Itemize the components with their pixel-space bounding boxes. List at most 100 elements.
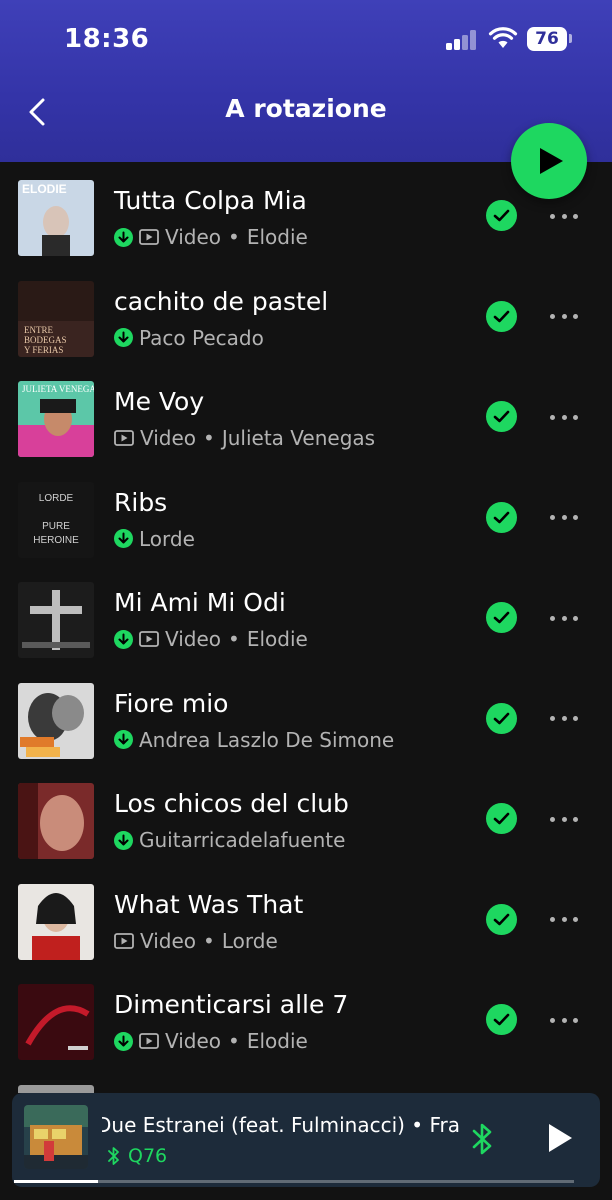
more-options-icon[interactable] xyxy=(550,508,578,528)
downloaded-icon xyxy=(114,830,133,850)
added-check-icon[interactable] xyxy=(486,1004,517,1035)
track-cover[interactable]: LORDE PURE HEROINE xyxy=(18,481,94,558)
meta-separator: • xyxy=(203,426,215,450)
track-artist: Lorde xyxy=(139,526,195,551)
track-row[interactable]: Fiore mio Andrea Laszlo De Simone xyxy=(0,682,612,783)
track-artist: Andrea Laszlo De Simone xyxy=(139,727,395,752)
added-check-icon[interactable] xyxy=(486,501,517,533)
playback-progress-fill xyxy=(14,1180,98,1183)
mini-player-play-icon[interactable] xyxy=(546,1122,574,1154)
track-meta: Guitarricadelafuente xyxy=(114,828,345,852)
mini-player-device-name: Q76 xyxy=(128,1145,168,1167)
track-row[interactable]: ELODIE Tutta Colpa Mia Video • Elodie xyxy=(0,180,612,280)
page-title: A rotazione xyxy=(225,94,387,123)
downloaded-icon xyxy=(114,629,133,649)
status-bar: 18:36 76 xyxy=(0,0,612,80)
svg-text:LORDE: LORDE xyxy=(39,493,74,504)
mini-player-device[interactable]: Q76 xyxy=(108,1143,167,1169)
more-options-icon[interactable] xyxy=(550,1010,578,1030)
status-time: 18:36 xyxy=(64,24,150,54)
playback-progress-bar xyxy=(14,1180,574,1183)
battery-tip xyxy=(569,34,572,43)
battery-indicator: 76 xyxy=(527,27,567,51)
track-video-label: Video xyxy=(140,928,197,953)
video-icon xyxy=(114,430,134,446)
added-check-icon[interactable] xyxy=(486,200,517,231)
added-check-icon[interactable] xyxy=(486,401,517,432)
track-title: What Was That xyxy=(114,889,304,919)
meta-separator: • xyxy=(228,225,240,249)
play-button[interactable] xyxy=(511,123,587,199)
track-title: cachito de pastel xyxy=(114,286,329,316)
play-icon xyxy=(540,148,563,174)
cellular-signal-icon xyxy=(446,30,478,50)
track-title: Los chicos del club xyxy=(114,789,349,818)
track-row[interactable]: What Was That Video • Lorde xyxy=(0,883,612,984)
track-artist: Elodie xyxy=(246,627,308,651)
added-check-icon[interactable] xyxy=(486,300,517,332)
track-artist: Lorde xyxy=(221,928,278,953)
added-check-icon[interactable] xyxy=(486,602,517,633)
mini-player[interactable]: Due Estranei (feat. Fulminacci) • Fra Q7… xyxy=(12,1093,600,1187)
more-options-icon[interactable] xyxy=(550,608,578,628)
bluetooth-icon[interactable] xyxy=(470,1121,496,1157)
more-options-icon[interactable] xyxy=(550,809,578,829)
bluetooth-small-icon xyxy=(108,1147,119,1165)
added-check-icon[interactable] xyxy=(486,803,517,834)
track-title: Mi Ami Mi Odi xyxy=(114,588,286,617)
track-artist: Julieta Venegas xyxy=(221,426,376,450)
track-artist: Paco Pecado xyxy=(139,325,264,350)
track-title: Me Voy xyxy=(114,387,205,416)
track-cover[interactable] xyxy=(18,984,94,1060)
mini-player-title-wrap: Due Estranei (feat. Fulminacci) • Fra xyxy=(102,1113,462,1143)
track-row[interactable]: Mi Ami Mi Odi Video • Elodie xyxy=(0,582,612,682)
more-options-icon[interactable] xyxy=(550,206,578,226)
track-video-label: Video xyxy=(140,426,197,450)
downloaded-icon xyxy=(114,730,133,749)
track-row[interactable]: Dimenticarsi alle 7 Video • Elodie xyxy=(0,984,612,1084)
track-meta: Lorde xyxy=(114,527,195,551)
track-cover[interactable]: JULIETA VENEGAS xyxy=(18,381,94,457)
svg-text:Y FERIAS: Y FERIAS xyxy=(24,345,63,355)
track-meta: Video • Lorde xyxy=(114,929,278,953)
track-row[interactable]: Los chicos del club Guitarricadelafuente xyxy=(0,783,612,883)
track-title: Fiore mio xyxy=(114,688,229,718)
track-row[interactable]: JULIETA VENEGAS Me Voy Video • Julieta Ven… xyxy=(0,381,612,481)
track-meta: Video • Elodie xyxy=(114,1029,308,1053)
track-row[interactable]: ENTRE BODEGAS Y FERIAS cachito de pastel… xyxy=(0,280,612,381)
more-options-icon[interactable] xyxy=(550,910,578,930)
screen: 18:36 76 A rotazione ELODIE Tutta Colpa … xyxy=(0,0,612,1200)
track-meta: Video • Julieta Venegas xyxy=(114,426,375,450)
downloaded-icon xyxy=(114,529,133,548)
track-video-label: Video xyxy=(165,225,222,249)
added-check-icon[interactable] xyxy=(486,903,517,935)
svg-text:ELODIE: ELODIE xyxy=(22,182,67,196)
downloaded-icon xyxy=(114,1031,133,1051)
more-options-icon[interactable] xyxy=(550,407,578,427)
track-cover[interactable]: ELODIE xyxy=(18,180,94,256)
track-video-label: Video xyxy=(165,627,222,651)
track-cover[interactable] xyxy=(18,582,94,658)
video-icon xyxy=(114,932,134,949)
track-title: Dimenticarsi alle 7 xyxy=(114,990,349,1019)
more-options-icon[interactable] xyxy=(550,709,578,729)
track-cover[interactable]: ENTRE BODEGAS Y FERIAS xyxy=(18,280,94,357)
next-track-cover-partial xyxy=(18,1085,94,1093)
track-row[interactable]: LORDE PURE HEROINE Ribs Lorde xyxy=(0,481,612,582)
mini-player-cover[interactable] xyxy=(24,1105,88,1169)
meta-separator: • xyxy=(228,1029,240,1053)
svg-text:HEROINE: HEROINE xyxy=(33,535,79,546)
track-artist: Guitarricadelafuente xyxy=(139,828,346,852)
track-meta: Video • Elodie xyxy=(114,627,308,651)
more-options-icon[interactable] xyxy=(550,307,578,327)
video-icon xyxy=(139,1033,159,1049)
svg-text:BODEGAS: BODEGAS xyxy=(24,335,67,345)
added-check-icon[interactable] xyxy=(486,702,517,734)
track-meta: Andrea Laszlo De Simone xyxy=(114,728,394,752)
track-cover[interactable] xyxy=(18,783,94,859)
track-cover[interactable] xyxy=(18,682,94,759)
track-title: Tutta Colpa Mia xyxy=(114,186,307,215)
track-cover[interactable] xyxy=(18,883,94,960)
meta-separator: • xyxy=(228,627,240,651)
track-meta: Paco Pecado xyxy=(114,326,264,350)
